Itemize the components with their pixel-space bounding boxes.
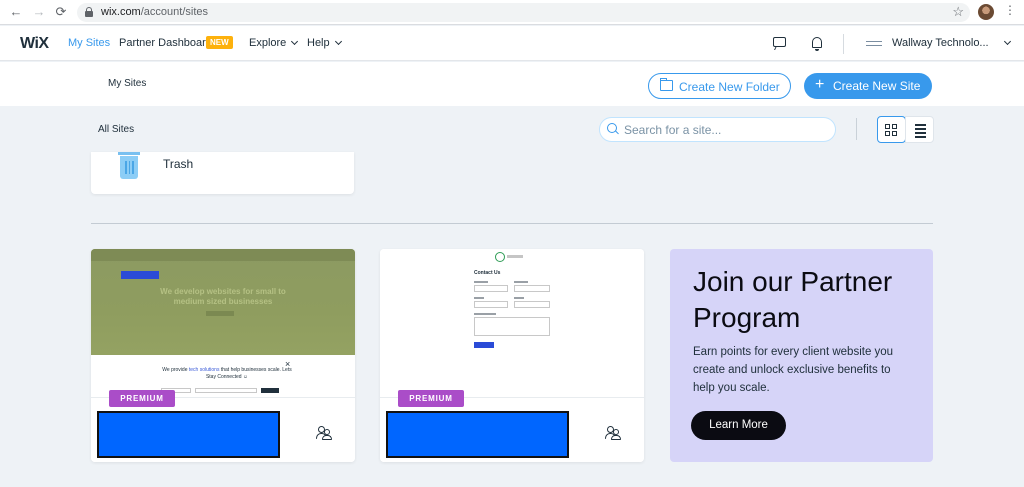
- thumbnail-form-title: Contact Us: [474, 270, 501, 276]
- header-divider: [843, 34, 844, 54]
- bookmark-star-icon[interactable]: ☆: [952, 4, 964, 20]
- thumbnail-form-input: [514, 301, 550, 308]
- thumbnail-modal-highlight: tech solutions: [188, 367, 220, 373]
- site-name-redacted: [97, 411, 280, 458]
- reload-icon[interactable]: ⟳: [53, 4, 69, 20]
- collaborators-icon[interactable]: [605, 425, 621, 441]
- promo-title: Join our Partner Program: [693, 266, 893, 333]
- all-sites-label: All Sites: [98, 124, 135, 135]
- create-new-site-button[interactable]: + Create New Site: [804, 73, 932, 99]
- collaborators-icon[interactable]: [316, 425, 332, 441]
- thumbnail-form-label: [474, 297, 484, 299]
- trash-icon: [118, 152, 140, 179]
- thumbnail-form-label: [514, 281, 528, 283]
- section-divider: [91, 223, 933, 224]
- nav-help-label: Help: [307, 37, 330, 49]
- search-input[interactable]: [624, 122, 824, 138]
- account-name[interactable]: Wallway Technolo...: [892, 37, 989, 49]
- url-host: wix.com: [101, 6, 141, 18]
- trash-label: Trash: [163, 157, 194, 171]
- wix-top-bar: WiX My Sites Partner Dashboard NEW Explo…: [0, 26, 1024, 61]
- nav-explore-label: Explore: [249, 37, 287, 49]
- site-search-box[interactable]: [599, 117, 836, 142]
- chevron-down-icon: [334, 37, 342, 46]
- thumbnail-form-label: [514, 297, 524, 299]
- site-card[interactable]: We develop websites for small to medium …: [91, 249, 355, 462]
- thumbnail-headline: We develop websites for small to medium …: [160, 287, 286, 306]
- toolbar-divider: [856, 118, 857, 140]
- forward-arrow-icon[interactable]: →: [31, 4, 47, 20]
- thumbnail-form-textarea: [474, 317, 550, 336]
- thumbnail-form-button: [474, 342, 494, 348]
- create-new-site-label: Create New Site: [833, 79, 921, 93]
- nav-partner-dashboard[interactable]: Partner Dashboard: [119, 37, 212, 49]
- plus-icon: +: [815, 76, 825, 93]
- account-chevron-down-icon[interactable]: [1003, 37, 1012, 46]
- browser-menu-icon[interactable]: ⋮: [1004, 3, 1016, 17]
- chat-icon[interactable]: [772, 36, 788, 52]
- trash-folder-card[interactable]: Trash: [91, 152, 354, 194]
- thumbnail-modal-text-2: that help businesses scale. Lets Stay Co…: [205, 367, 292, 380]
- partner-program-promo: Join our Partner Program Earn points for…: [670, 249, 933, 462]
- url-path: /account/sites: [140, 6, 208, 18]
- thumbnail-logo-icon: [495, 252, 505, 262]
- site-card[interactable]: Contact Us PREMIUM: [380, 249, 644, 462]
- thumbnail-form-label: [474, 313, 496, 315]
- search-icon: [607, 123, 619, 135]
- notifications-bell-icon[interactable]: [809, 36, 825, 52]
- nav-my-sites[interactable]: My Sites: [68, 37, 110, 49]
- thumbnail-field: [195, 388, 257, 393]
- site-thumbnail[interactable]: We develop websites for small to medium …: [91, 249, 355, 397]
- list-view-toggle[interactable]: [905, 116, 934, 143]
- page-subheader: My Sites Create New Folder + Create New …: [0, 62, 1024, 106]
- chevron-down-icon: [291, 37, 299, 46]
- thumbnail-submit: [261, 388, 279, 393]
- nav-help[interactable]: Help: [307, 37, 342, 49]
- thumbnail-modal-text-1: We provide: [162, 367, 189, 373]
- premium-badge: PREMIUM: [398, 390, 464, 407]
- nav-explore[interactable]: Explore: [249, 37, 299, 49]
- address-bar[interactable]: wix.com/account/sites ☆: [77, 3, 970, 22]
- thumbnail-logo-text: [507, 255, 523, 258]
- create-new-folder-label: Create New Folder: [679, 80, 780, 94]
- url-text: wix.com/account/sites: [101, 6, 208, 18]
- site-name-redacted: [386, 411, 569, 458]
- thumbnail-hero-button: [206, 311, 234, 316]
- thumbnail-hero-image: We develop websites for small to medium …: [91, 249, 355, 355]
- page-title: My Sites: [108, 78, 147, 89]
- promo-body: Earn points for every client website you…: [693, 346, 894, 394]
- grid-view-toggle[interactable]: [877, 116, 906, 143]
- browser-toolbar: ← → ⟳ wix.com/account/sites ☆ ⋮: [0, 0, 1024, 25]
- account-logo[interactable]: [866, 41, 882, 46]
- thumbnail-form-input: [474, 301, 508, 308]
- folder-plus-icon: [660, 78, 673, 91]
- create-new-folder-button[interactable]: Create New Folder: [648, 73, 791, 99]
- site-thumbnail[interactable]: Contact Us: [380, 249, 644, 397]
- learn-more-button[interactable]: Learn More: [691, 411, 786, 440]
- thumbnail-form-label: [474, 281, 488, 283]
- thumbnail-form-input: [474, 285, 508, 292]
- premium-badge: PREMIUM: [109, 390, 175, 407]
- thumbnail-form-input: [514, 285, 550, 292]
- thumbnail-modal-text: We provide tech solutions that help busi…: [161, 367, 293, 381]
- wix-logo[interactable]: WiX: [20, 35, 49, 53]
- lock-icon: [85, 7, 93, 17]
- new-badge: NEW: [206, 36, 233, 49]
- browser-profile-avatar[interactable]: [978, 4, 994, 20]
- thumbnail-nav-bar: [91, 249, 355, 261]
- back-arrow-icon[interactable]: ←: [8, 4, 24, 20]
- thumbnail-pill: [121, 271, 159, 279]
